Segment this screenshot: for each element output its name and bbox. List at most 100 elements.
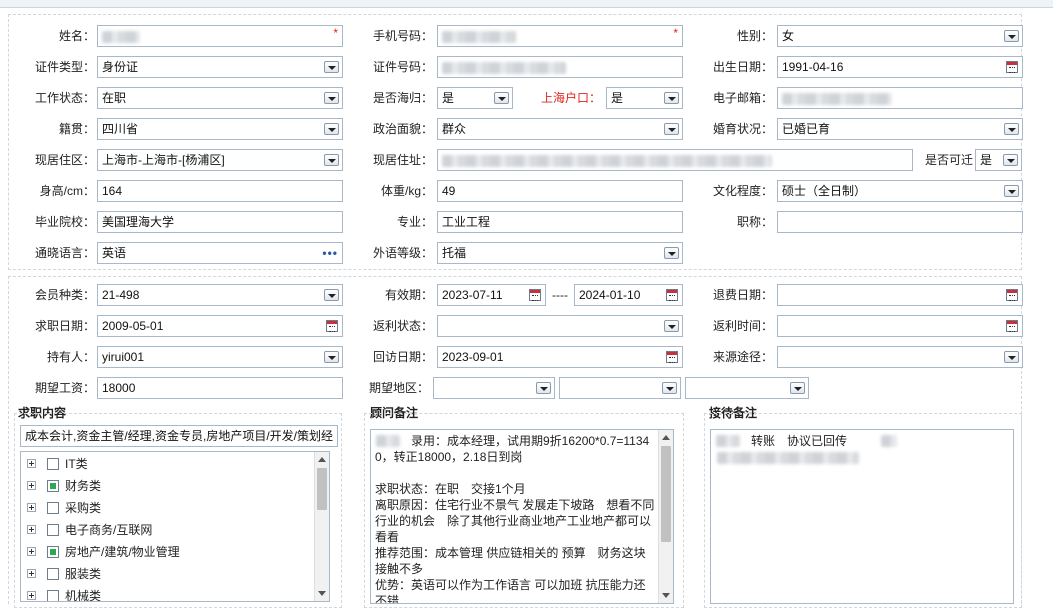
- chevron-down-icon[interactable]: [1004, 185, 1019, 197]
- work-status-select[interactable]: 在职: [97, 87, 343, 109]
- tree-checkbox[interactable]: [47, 546, 59, 558]
- chevron-down-icon[interactable]: [324, 154, 339, 166]
- chevron-down-icon[interactable]: [662, 382, 677, 394]
- chevron-down-icon[interactable]: [494, 92, 509, 104]
- job-title-field[interactable]: [777, 211, 1023, 233]
- holder-select[interactable]: yirui001: [97, 346, 343, 368]
- scroll-up-icon[interactable]: [662, 435, 670, 440]
- chevron-down-icon[interactable]: [324, 123, 339, 135]
- job-date-field[interactable]: 2009-05-01: [97, 315, 343, 337]
- calendar-icon[interactable]: [666, 289, 678, 301]
- id-number-field[interactable]: [437, 56, 683, 78]
- tree-checkbox[interactable]: [47, 590, 59, 601]
- expected-area-label: 期望地区：: [368, 381, 429, 395]
- chevron-down-icon[interactable]: [324, 61, 339, 73]
- returnee-select[interactable]: 是: [437, 87, 513, 109]
- weight-label: 体重/kg：: [380, 184, 433, 198]
- chevron-down-icon[interactable]: [1004, 30, 1019, 42]
- scroll-down-icon[interactable]: [662, 593, 670, 598]
- chevron-down-icon[interactable]: [1004, 123, 1019, 135]
- calendar-icon[interactable]: [326, 320, 338, 332]
- calendar-icon[interactable]: [1006, 320, 1018, 332]
- tree-item-label: 机械类: [65, 589, 102, 602]
- mobile-field[interactable]: *: [437, 25, 683, 47]
- expected-salary-field[interactable]: 18000: [97, 377, 343, 399]
- chevron-down-icon[interactable]: [324, 289, 339, 301]
- reception-note-textarea[interactable]: 转账 协议已回传: [710, 429, 1014, 604]
- consultant-note-textarea[interactable]: 录用：成本经理，试用期9折16200*0.7=11340，转正18000，2.1…: [370, 429, 674, 604]
- native-place-select[interactable]: 四川省: [97, 118, 343, 140]
- expand-icon[interactable]: [27, 459, 36, 468]
- height-field[interactable]: 164: [97, 180, 343, 202]
- consultant-note-text: 录用：成本经理，试用期9折16200*0.7=11340，转正18000，2.1…: [375, 434, 655, 604]
- politics-select[interactable]: 群众: [437, 118, 683, 140]
- chevron-down-icon[interactable]: [1003, 154, 1018, 166]
- chevron-down-icon[interactable]: [664, 123, 679, 135]
- id-type-label: 证件类型：: [34, 60, 95, 74]
- language-field[interactable]: 英语 •••: [97, 242, 343, 264]
- rebate-status-select[interactable]: [437, 315, 683, 337]
- chevron-down-icon[interactable]: [1004, 351, 1019, 363]
- expected-area-city-select[interactable]: [559, 377, 681, 399]
- note-scrollbar[interactable]: [658, 430, 673, 603]
- email-field[interactable]: [777, 87, 1023, 109]
- address-field[interactable]: [437, 149, 913, 171]
- marital-select[interactable]: 已婚已育: [777, 118, 1023, 140]
- residence-area-select[interactable]: 上海市-上海市-[杨浦区]: [97, 149, 343, 171]
- rebate-time-field[interactable]: [777, 315, 1023, 337]
- calendar-icon[interactable]: [1006, 289, 1018, 301]
- language-label: 通晓语言：: [34, 246, 95, 260]
- expand-icon[interactable]: [27, 547, 36, 556]
- chevron-down-icon[interactable]: [664, 247, 679, 259]
- expand-icon[interactable]: [27, 569, 36, 578]
- school-field[interactable]: 美国理海大学: [97, 211, 343, 233]
- major-field[interactable]: 工业工程: [437, 211, 683, 233]
- calendar-icon[interactable]: [666, 351, 678, 363]
- expected-area-province-select[interactable]: [433, 377, 555, 399]
- scroll-down-icon[interactable]: [318, 591, 326, 596]
- member-type-select[interactable]: 21-498: [97, 284, 343, 306]
- calendar-icon[interactable]: [1006, 61, 1018, 73]
- more-icon[interactable]: •••: [322, 243, 338, 263]
- expand-icon[interactable]: [27, 503, 36, 512]
- chevron-down-icon[interactable]: [324, 92, 339, 104]
- relocate-select[interactable]: 是: [975, 149, 1022, 171]
- tree-checkbox[interactable]: [47, 480, 59, 492]
- refund-date-field[interactable]: [777, 284, 1023, 306]
- tree-checkbox[interactable]: [47, 524, 59, 536]
- expected-area-district-select[interactable]: [685, 377, 809, 399]
- name-field[interactable]: *: [97, 25, 343, 47]
- revisit-date-field[interactable]: 2023-09-01: [437, 346, 683, 368]
- scroll-thumb[interactable]: [317, 468, 327, 510]
- weight-field[interactable]: 49: [437, 180, 683, 202]
- expand-icon[interactable]: [27, 481, 36, 490]
- tree-scrollbar[interactable]: [314, 452, 329, 601]
- valid-from-field[interactable]: 2023-07-11: [437, 284, 546, 306]
- foreign-level-select[interactable]: 托福: [437, 242, 683, 264]
- birth-date-field[interactable]: 1991-04-16: [777, 56, 1023, 78]
- calendar-icon[interactable]: [529, 289, 541, 301]
- tree-item-label: 服装类: [65, 567, 102, 581]
- tree-checkbox[interactable]: [47, 502, 59, 514]
- shanghai-hukou-select[interactable]: 是: [606, 87, 683, 109]
- chevron-down-icon[interactable]: [324, 351, 339, 363]
- id-type-select[interactable]: 身份证: [97, 56, 343, 78]
- revisit-date-label: 回访日期：: [372, 350, 433, 364]
- job-category-tree[interactable]: IT类 财务类 采购类 电子商务/互联网 房地产/建筑/物业管理 服装类 机械类: [20, 451, 330, 602]
- expand-icon[interactable]: [27, 525, 36, 534]
- scroll-up-icon[interactable]: [318, 457, 326, 462]
- chevron-down-icon[interactable]: [664, 320, 679, 332]
- chevron-down-icon[interactable]: [536, 382, 551, 394]
- gender-select[interactable]: 女: [777, 25, 1023, 47]
- chevron-down-icon[interactable]: [664, 92, 679, 104]
- job-content-summary-field[interactable]: 成本会计,资金主管/经理,资金专员,房地产项目/开发/策划经: [20, 425, 338, 447]
- chevron-down-icon[interactable]: [790, 382, 805, 394]
- scroll-thumb[interactable]: [661, 446, 671, 542]
- tree-checkbox[interactable]: [47, 568, 59, 580]
- source-select[interactable]: [777, 346, 1023, 368]
- education-select[interactable]: 硕士（全日制）: [777, 180, 1023, 202]
- expand-icon[interactable]: [27, 591, 36, 600]
- school-label: 毕业院校：: [34, 215, 95, 229]
- valid-to-field[interactable]: 2024-01-10: [574, 284, 683, 306]
- tree-checkbox[interactable]: [47, 458, 59, 470]
